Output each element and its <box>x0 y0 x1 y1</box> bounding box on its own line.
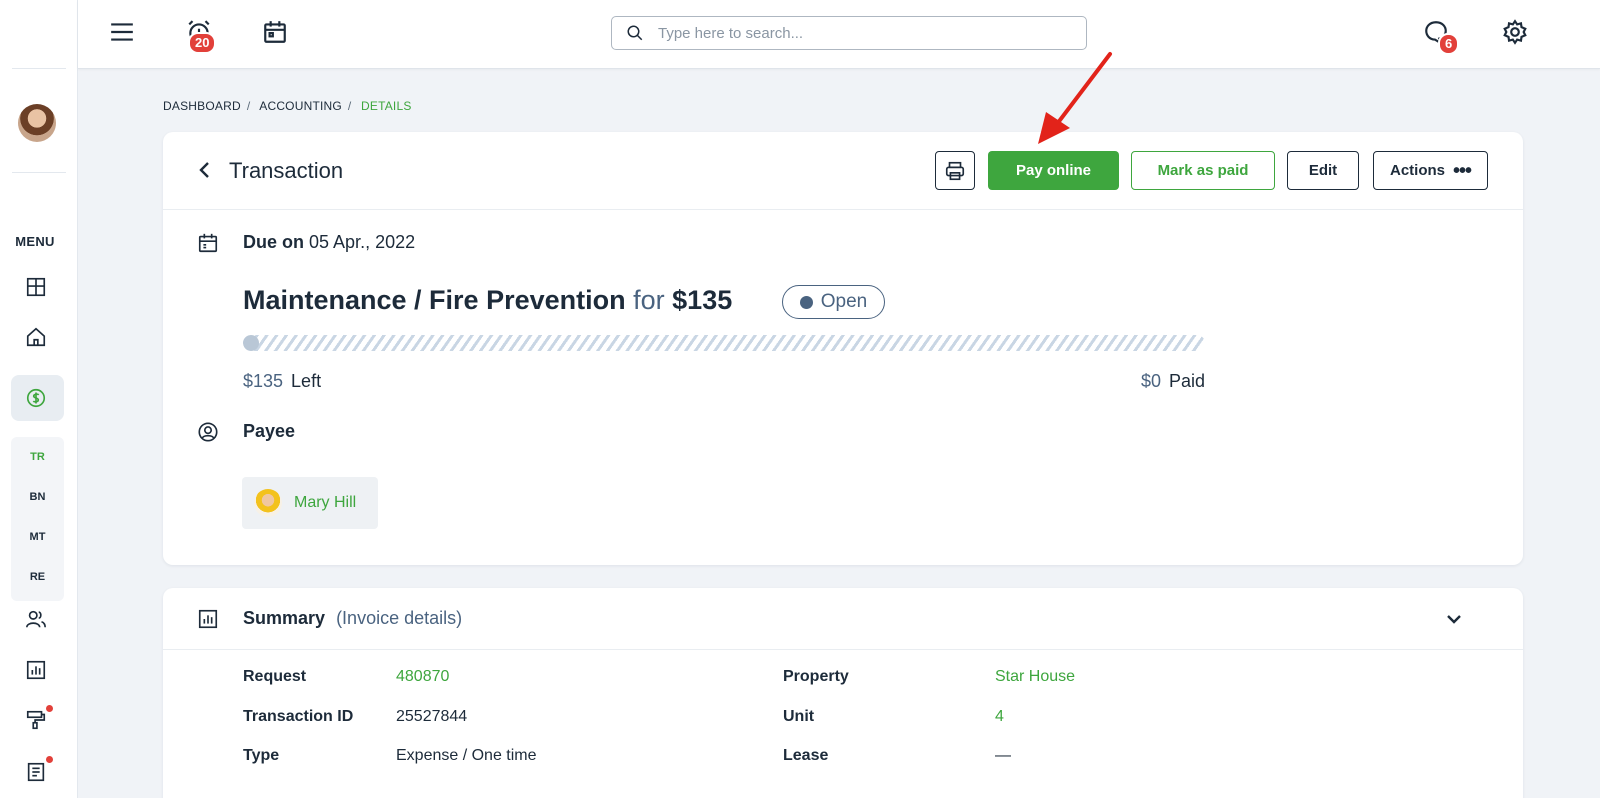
field-label-property: Property <box>783 668 849 685</box>
amount-paid: $0 Paid <box>1141 371 1205 392</box>
people-icon[interactable] <box>24 607 48 631</box>
sidebar-item-accounting[interactable] <box>11 375 64 421</box>
sidebar-divider <box>12 172 66 173</box>
dollar-circle-icon <box>24 386 48 410</box>
status-dot-icon <box>799 295 813 309</box>
notification-dot <box>46 756 53 763</box>
left-amount-label: Left <box>291 371 322 391</box>
calendar-icon[interactable] <box>261 18 289 46</box>
submenu-item-bn[interactable]: BN <box>11 477 64 517</box>
actions-button[interactable]: Actions ••• <box>1373 151 1488 190</box>
transaction-card: Transaction Pay online Mark as paid Edit… <box>163 132 1523 565</box>
dashboard-icon[interactable] <box>24 275 48 299</box>
lease-value: — <box>995 747 1011 764</box>
field-label-type: Type <box>243 747 280 764</box>
messages-badge: 6 <box>1438 33 1460 55</box>
payee-name[interactable]: Mary Hill <box>294 494 356 512</box>
paid-amount-value: $0 <box>1140 371 1161 391</box>
paint-roller-icon[interactable] <box>24 708 48 732</box>
payee-chip[interactable]: Mary Hill <box>242 477 378 529</box>
status-text: Open <box>820 291 868 312</box>
due-date-value: 05 Apr., 2022 <box>309 232 416 252</box>
accounting-submenu: TR BN MT RE <box>11 437 64 601</box>
notification-dot <box>46 705 53 712</box>
breadcrumb-separator: / <box>347 99 352 113</box>
field-label-request: Request <box>243 668 307 685</box>
bar-chart-icon <box>197 608 219 630</box>
calendar-icon <box>197 232 219 254</box>
for-word: for <box>633 285 665 315</box>
left-amount-value: $135 <box>243 371 284 391</box>
breadcrumb-separator: / <box>246 99 251 113</box>
status-badge: Open <box>782 285 885 319</box>
request-link[interactable]: 480870 <box>396 668 449 686</box>
actions-label: Actions <box>1389 162 1445 179</box>
transaction-name: Maintenance / Fire Prevention for $135 <box>243 285 732 316</box>
search-icon <box>627 25 643 41</box>
transaction-amount: $135 <box>672 285 733 315</box>
notifications-badge: 20 <box>188 32 217 54</box>
property-link[interactable]: Star House <box>995 668 1075 686</box>
submenu-item-re[interactable]: RE <box>11 557 64 597</box>
reports-icon[interactable] <box>24 658 48 682</box>
search-input[interactable] <box>658 24 1058 42</box>
page-title: Transaction <box>229 158 344 183</box>
back-chevron-icon[interactable] <box>197 160 211 180</box>
menu-label: MENU <box>15 234 55 249</box>
field-label-transaction-id: Transaction ID <box>243 708 354 725</box>
print-button[interactable] <box>935 151 975 190</box>
user-avatar[interactable] <box>18 104 56 142</box>
hamburger-menu-icon[interactable] <box>108 18 136 46</box>
edit-button[interactable]: Edit <box>1287 151 1359 190</box>
amount-left: $135 Left <box>243 371 321 392</box>
payee-label: Payee <box>243 421 296 441</box>
user-circle-icon <box>197 421 219 443</box>
home-icon[interactable] <box>24 325 48 349</box>
transaction-id-value: 25527844 <box>396 708 468 725</box>
unit-link[interactable]: 4 <box>995 708 1004 726</box>
field-label-unit: Unit <box>783 708 815 725</box>
chevron-down-icon[interactable] <box>1445 610 1463 628</box>
field-label-lease: Lease <box>783 747 829 764</box>
more-dots-icon: ••• <box>1453 159 1472 182</box>
summary-title-text: Summary <box>243 608 326 628</box>
breadcrumb-details: DETAILS <box>361 99 412 113</box>
breadcrumb: DASHBOARD / ACCOUNTING / DETAILS <box>163 99 418 113</box>
progress-fill <box>243 335 259 351</box>
transaction-header: Transaction Pay online Mark as paid Edit… <box>163 132 1523 210</box>
type-value: Expense / One time <box>396 747 537 764</box>
due-label: Due on <box>243 232 304 252</box>
summary-header[interactable]: Summary (Invoice details) <box>163 588 1523 650</box>
due-date: Due on 05 Apr., 2022 <box>243 232 415 253</box>
transaction-category: Maintenance / Fire Prevention <box>243 285 626 315</box>
mark-as-paid-button[interactable]: Mark as paid <box>1131 151 1275 190</box>
summary-subtitle: (Invoice details) <box>336 608 463 628</box>
document-icon[interactable] <box>24 760 48 784</box>
search-box[interactable] <box>611 16 1087 50</box>
payee-avatar <box>254 489 282 517</box>
sidebar-divider <box>12 68 66 69</box>
breadcrumb-dashboard[interactable]: DASHBOARD <box>163 99 241 113</box>
breadcrumb-accounting[interactable]: ACCOUNTING <box>259 99 342 113</box>
pay-online-button[interactable]: Pay online <box>988 151 1119 190</box>
summary-card: Summary (Invoice details) Request 480870… <box>163 588 1523 798</box>
paid-amount-label: Paid <box>1168 371 1205 391</box>
gear-icon[interactable] <box>1501 18 1529 46</box>
submenu-item-mt[interactable]: MT <box>11 517 64 557</box>
annotation-arrow <box>1038 52 1112 144</box>
payment-progress-bar <box>243 335 1205 351</box>
submenu-item-tr[interactable]: TR <box>11 437 64 477</box>
topbar: 20 6 <box>78 0 1600 69</box>
summary-title: Summary (Invoice details) <box>243 608 462 629</box>
sidebar: MENU TR BN MT RE <box>0 0 78 798</box>
printer-icon <box>945 161 965 180</box>
